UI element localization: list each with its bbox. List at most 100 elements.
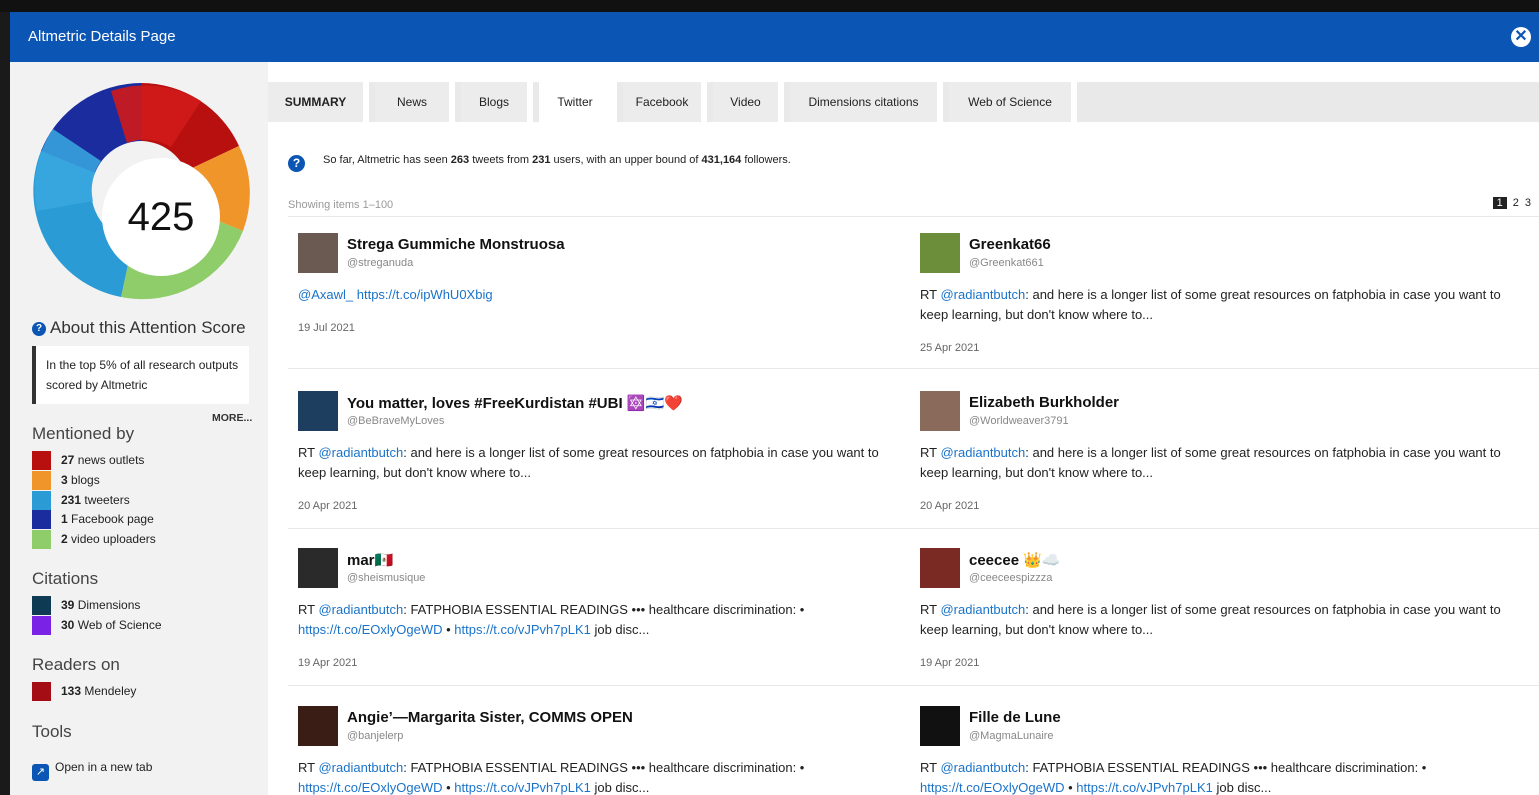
tab-facebook[interactable]: Facebook: [623, 82, 707, 122]
mentioned-label: tweeters: [84, 492, 130, 507]
open-new-tab-link[interactable]: ↗ Open in a new tab: [32, 760, 152, 781]
tweet-author-name[interactable]: Angie’—Margarita Sister, COMMS OPEN: [347, 709, 633, 726]
tweet-text-segment: : FATPHOBIA ESSENTIAL READINGS ••• healt…: [403, 602, 805, 617]
page-1[interactable]: 1: [1492, 197, 1507, 209]
about-label: About this Attention Score: [50, 318, 246, 337]
open-new-tab-label: Open in a new tab: [55, 760, 153, 774]
tweet-author-handle[interactable]: @MagmaLunaire: [969, 730, 1054, 742]
tweet-text-segment: job disc...: [590, 622, 650, 637]
tweet-author-name[interactable]: Strega Gummiche Monstruosa: [347, 236, 565, 253]
close-icon[interactable]: ✕: [1511, 27, 1531, 47]
avatar[interactable]: [920, 391, 960, 431]
mentioned-label: news outlets: [77, 453, 145, 467]
citations-swatch: [32, 615, 51, 635]
modal-window: Altmetric Details Page ✕ 425 ? About this…: [10, 12, 1539, 795]
readers-heading: Readers on: [32, 655, 120, 674]
tweet-link[interactable]: https://t.co/EOxlyOgeWD: [298, 780, 443, 795]
info-text: tweets from: [469, 154, 533, 166]
readers-label: Mendeley: [84, 684, 137, 698]
tweet-text: @Axawl_ https://t.co/ipWhU0Xbig: [298, 285, 908, 305]
tweet-text: RT @radiantbutch: and here is a longer l…: [920, 600, 1530, 640]
tweet-link[interactable]: @radiantbutch: [940, 602, 1025, 617]
tweet-text-segment: •: [442, 622, 455, 637]
tab-twitter[interactable]: Twitter: [539, 82, 617, 122]
tweet-link[interactable]: @radiantbutch: [318, 602, 403, 617]
tab-bar: SUMMARY News Blogs Twitter Facebook Video Dime…: [268, 82, 1539, 122]
tab-summary[interactable]: SUMMARY: [268, 82, 369, 122]
pagination: 123: [1487, 197, 1531, 209]
page-2[interactable]: 2: [1513, 197, 1519, 209]
tweet-link[interactable]: @radiantbutch: [940, 445, 1025, 460]
tweet-text: RT @radiantbutch: FATPHOBIA ESSENTIAL RE…: [298, 600, 908, 640]
divider: [288, 368, 1539, 369]
modal-title: Altmetric Details Page: [28, 28, 176, 45]
mentioned-count: 3: [61, 472, 68, 487]
mentioned-swatch: [32, 510, 51, 530]
avatar[interactable]: [298, 706, 338, 746]
tweet-link[interactable]: @Axawl_: [298, 287, 353, 302]
tweet-author-handle[interactable]: @BeBraveMyLoves: [347, 415, 444, 427]
tweet-text-segment: : FATPHOBIA ESSENTIAL READINGS ••• healt…: [403, 760, 805, 775]
avatar[interactable]: [920, 548, 960, 588]
tweet-link[interactable]: https://t.co/vJPvh7pLK1: [454, 622, 591, 637]
tweet-author-handle[interactable]: @streganuda: [347, 257, 413, 269]
tweet-link[interactable]: https://t.co/vJPvh7pLK1: [454, 780, 591, 795]
tweet-author-name[interactable]: mar🇲🇽: [347, 551, 393, 569]
tweet-author-handle[interactable]: @banjelerp: [347, 730, 403, 742]
mentioned-count: 1: [61, 512, 68, 527]
tweet-text: RT @radiantbutch: and here is a longer l…: [920, 443, 1530, 483]
tweet-author-handle[interactable]: @sheismusique: [347, 572, 425, 584]
tweet-author-name[interactable]: Elizabeth Burkholder: [969, 394, 1119, 411]
tweet-link[interactable]: @radiantbutch: [318, 445, 403, 460]
tweet-text-segment: job disc...: [1212, 780, 1272, 795]
tweet-text-segment: job disc...: [590, 780, 650, 795]
tweet-text: RT @radiantbutch: FATPHOBIA ESSENTIAL RE…: [298, 758, 908, 795]
tweet-link[interactable]: @radiantbutch: [940, 287, 1025, 302]
avatar[interactable]: [920, 233, 960, 273]
avatar[interactable]: [298, 233, 338, 273]
citations-label: Dimensions: [77, 598, 141, 612]
tweet-link[interactable]: @radiantbutch: [940, 760, 1025, 775]
tweet-author-handle[interactable]: @Greenkat661: [969, 257, 1044, 269]
about-attention-score-link[interactable]: ? About this Attention Score: [32, 318, 246, 338]
tweet-link[interactable]: https://t.co/EOxlyOgeWD: [920, 780, 1065, 795]
tab-blogs[interactable]: Blogs: [461, 82, 533, 122]
citations-swatch: [32, 596, 51, 615]
tweet-author-name[interactable]: Fille de Lune: [969, 709, 1061, 726]
more-link[interactable]: MORE...: [212, 412, 252, 424]
tweet-link[interactable]: https://t.co/EOxlyOgeWD: [298, 622, 443, 637]
tab-web-of-science[interactable]: Web of Science: [949, 82, 1077, 122]
tweet-text: RT @radiantbutch: and here is a longer l…: [920, 285, 1530, 325]
avatar[interactable]: [298, 391, 338, 431]
info-text: followers.: [741, 154, 791, 166]
tweet-text-segment: RT: [920, 602, 941, 617]
tweet-date: 20 Apr 2021: [920, 500, 980, 512]
tab-video[interactable]: Video: [713, 82, 784, 122]
external-link-icon: ↗: [32, 764, 49, 781]
divider: [288, 685, 1539, 686]
tab-dimensions-citations[interactable]: Dimensions citations: [790, 82, 943, 122]
tweet-link[interactable]: https://t.co/vJPvh7pLK1: [1076, 780, 1213, 795]
tweet-author-handle[interactable]: @ceeceespizzza: [969, 572, 1052, 584]
tweet-link[interactable]: @radiantbutch: [318, 760, 403, 775]
tweet-author-handle[interactable]: @Worldweaver3791: [969, 415, 1069, 427]
tweet-date: 19 Apr 2021: [920, 657, 980, 669]
tweet-link[interactable]: https://t.co/ipWhU0Xbig: [357, 287, 493, 302]
citations-item-text: 39 Dimensions: [61, 598, 140, 612]
mentioned-count: 27: [61, 453, 75, 467]
tweet-text: RT @radiantbutch: FATPHOBIA ESSENTIAL RE…: [920, 758, 1530, 795]
tab-news[interactable]: News: [375, 82, 455, 122]
avatar[interactable]: [920, 706, 960, 746]
mentioned-item-text: 231 tweeters: [61, 493, 130, 507]
page-3[interactable]: 3: [1525, 197, 1531, 209]
tweet-text-segment: RT: [920, 287, 941, 302]
divider: [288, 216, 1539, 217]
avatar[interactable]: [298, 548, 338, 588]
tweet-author-name[interactable]: You matter, loves #FreeKurdistan #UBI 🔯🇮…: [347, 394, 683, 412]
showing-items: Showing items 1–100: [288, 199, 394, 211]
tweet-author-name[interactable]: Greenkat66: [969, 236, 1051, 253]
help-icon[interactable]: ?: [288, 155, 305, 172]
tweet-text-segment: •: [442, 780, 455, 795]
tweet-author-name[interactable]: ceecee 👑☁️: [969, 551, 1061, 569]
tweet-date: 19 Apr 2021: [298, 657, 358, 669]
